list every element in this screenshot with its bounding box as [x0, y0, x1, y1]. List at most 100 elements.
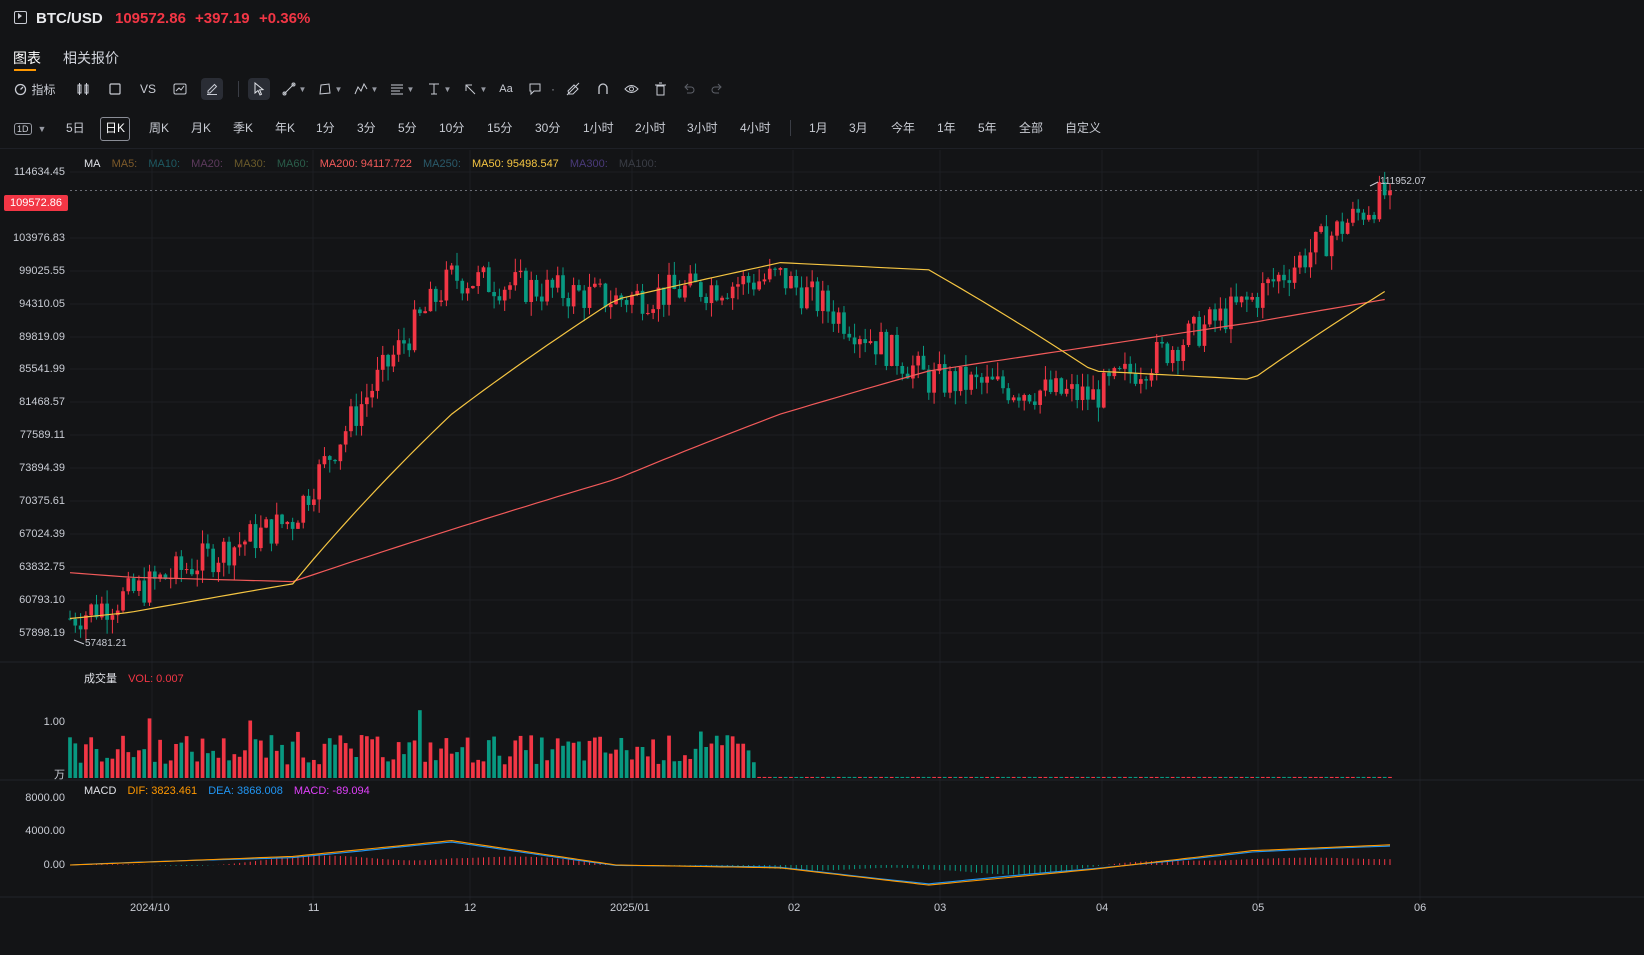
candle-body: [243, 541, 247, 545]
volume-bar: [306, 762, 311, 778]
candle-body: [296, 522, 300, 529]
candle-body: [1165, 343, 1170, 364]
volume-bar: [603, 752, 608, 778]
price-tick: 67024.39: [19, 528, 65, 540]
candle-body: [195, 570, 200, 575]
candle-body: [895, 334, 899, 366]
volume-bar: [99, 761, 104, 778]
date-tick: 11: [308, 902, 320, 914]
volume-bar: [94, 749, 99, 778]
candle-body: [741, 276, 746, 285]
volume-bar: [1218, 776, 1223, 778]
candle-body: [948, 371, 952, 393]
volume-bar: [386, 761, 390, 778]
candle-body: [274, 514, 279, 544]
volume-bar: [1255, 776, 1260, 778]
volume-bar: [826, 776, 830, 778]
candle-body: [757, 281, 762, 290]
ma50-line: [69, 261, 1386, 620]
candle-body: [720, 297, 724, 301]
candle-body: [704, 296, 708, 304]
candle-body: [131, 578, 136, 591]
candle-body: [778, 268, 783, 270]
candle-body: [1287, 280, 1292, 283]
candle-body: [762, 279, 767, 282]
candle-body: [1144, 379, 1148, 381]
candle-body: [1059, 378, 1064, 394]
volume-bar: [1038, 776, 1042, 778]
volume-bar: [614, 749, 618, 778]
volume-bar: [1170, 776, 1175, 778]
candle-body: [502, 289, 507, 301]
volume-bar: [932, 776, 936, 778]
candle-body: [842, 312, 846, 334]
candle-body: [1192, 316, 1196, 324]
candle-body: [789, 276, 793, 289]
candle-body: [1276, 274, 1281, 282]
volume-bar: [921, 776, 926, 778]
volume-bar: [985, 776, 989, 778]
price-tick: 89819.09: [19, 331, 65, 343]
candle-body: [227, 541, 231, 566]
candle-body: [1271, 279, 1276, 282]
volume-bar: [815, 776, 820, 778]
candle-body: [1064, 388, 1069, 394]
volume-bar: [343, 743, 348, 778]
candle-body: [1255, 296, 1260, 308]
candle-body: [179, 556, 184, 570]
volume-bar: [741, 743, 746, 778]
volume-bar: [677, 760, 682, 778]
chart-canvas[interactable]: [0, 0, 1644, 955]
volume-bar: [863, 776, 868, 778]
volume-bar: [110, 758, 115, 778]
volume-bar: [608, 753, 613, 778]
volume-bar: [1138, 776, 1143, 778]
volume-bar: [476, 759, 481, 778]
volume-bar: [243, 750, 247, 778]
volume-legend: 成交量 VOL: 0.007: [84, 670, 192, 686]
volume-bar: [773, 776, 777, 778]
volume-bar: [1377, 776, 1382, 778]
volume-bar: [1292, 776, 1297, 778]
volume-bar: [1202, 776, 1207, 778]
candle-body: [205, 543, 210, 549]
volume-bar: [1085, 776, 1090, 778]
candle-body: [386, 354, 390, 367]
candle-body: [1032, 401, 1037, 405]
candle-body: [1022, 395, 1027, 401]
volume-bar: [709, 743, 714, 778]
candle-body: [863, 339, 868, 344]
candle-body: [587, 286, 592, 308]
volume-bar: [1192, 776, 1196, 778]
price-tick: 94310.05: [19, 298, 65, 310]
macd-dif: DIF: 3823.461: [127, 785, 198, 797]
volume-bar: [147, 718, 152, 778]
volume-bar: [1303, 776, 1308, 778]
volume-bar: [502, 764, 507, 778]
candle-body: [343, 431, 348, 445]
volume-bar: [322, 743, 327, 778]
ma30-label: MA30:: [234, 158, 266, 170]
candle-body: [1298, 255, 1302, 268]
candle-body: [836, 312, 841, 324]
candle-body: [1186, 323, 1191, 346]
volume-bar: [1091, 776, 1095, 778]
candle-body: [285, 521, 290, 525]
candle-body: [174, 556, 178, 578]
candle-body: [651, 309, 655, 313]
volume-bar: [1001, 776, 1005, 778]
volume-bar: [296, 731, 300, 778]
macd-title: MACD: [84, 785, 117, 797]
candle-body: [1260, 283, 1265, 308]
volume-bar: [656, 763, 661, 778]
volume-bar: [561, 745, 565, 778]
candle-body: [1324, 226, 1329, 257]
volume-bar: [1372, 776, 1376, 778]
ma-legend: MA MA5: MA10: MA20: MA30: MA60: MA200: 9…: [84, 158, 665, 170]
candle-body: [1128, 363, 1133, 374]
macd-dea-line: [69, 841, 1391, 885]
volume-bar: [152, 761, 157, 778]
volume-bar: [142, 749, 147, 778]
volume-bar: [645, 756, 650, 778]
candle-body: [767, 268, 772, 280]
